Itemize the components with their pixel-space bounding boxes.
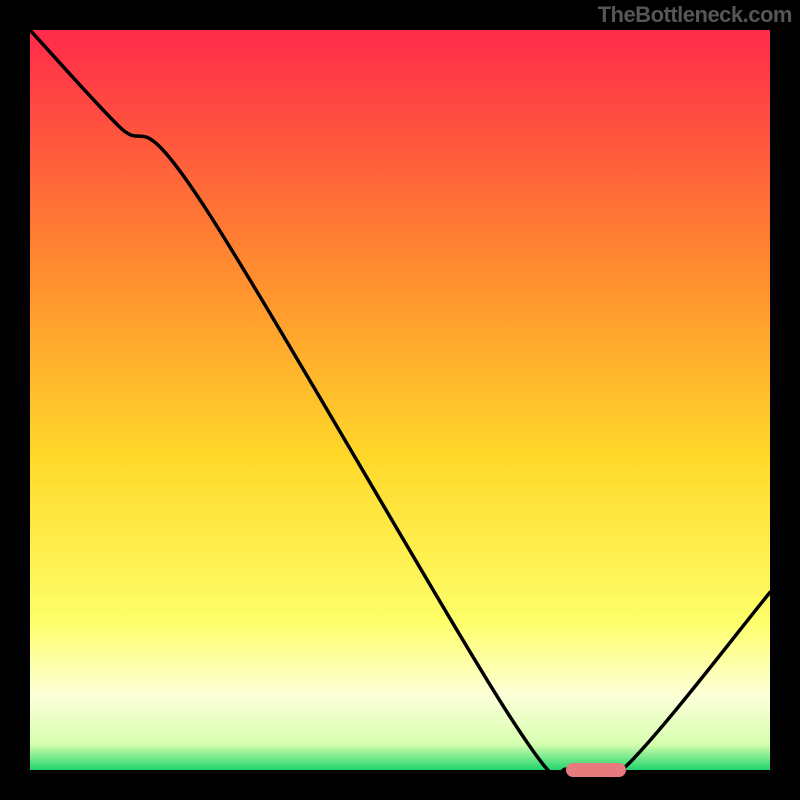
chart-frame: TheBottleneck.com <box>0 0 800 800</box>
plot-area <box>30 30 770 770</box>
bottleneck-curve <box>30 30 770 770</box>
watermark-label: TheBottleneck.com <box>598 2 792 28</box>
optimal-marker <box>566 763 626 777</box>
